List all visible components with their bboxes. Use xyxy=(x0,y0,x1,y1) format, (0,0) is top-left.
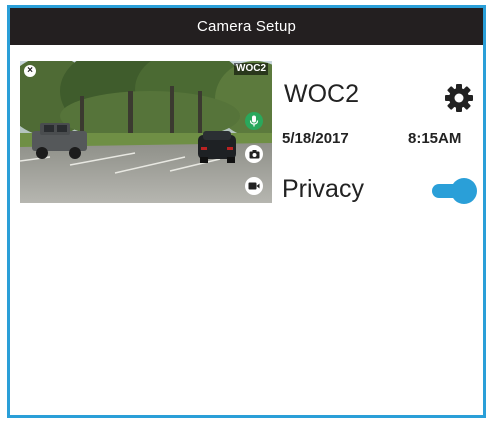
privacy-label: Privacy xyxy=(282,175,364,203)
close-icon[interactable]: × xyxy=(24,65,36,77)
camera-preview-image xyxy=(20,61,272,203)
thumbnail-camera-label: WOC2 xyxy=(234,63,268,75)
camera-thumbnail[interactable]: × WOC2 xyxy=(20,61,272,203)
camera-setup-window: Camera Setup × WOC2 WOC2 5/18/2017 8:15A… xyxy=(7,5,486,418)
camera-time: 8:15AM xyxy=(408,130,462,147)
title-bar: Camera Setup xyxy=(10,8,483,45)
video-record-icon[interactable] xyxy=(245,177,263,195)
privacy-toggle[interactable] xyxy=(430,178,477,204)
toggle-knob xyxy=(451,178,477,204)
page-title: Camera Setup xyxy=(196,18,297,35)
microphone-icon[interactable] xyxy=(245,112,263,130)
snapshot-icon[interactable] xyxy=(245,145,263,163)
gear-icon[interactable] xyxy=(444,83,474,113)
camera-name: WOC2 xyxy=(284,80,359,108)
camera-date: 5/18/2017 xyxy=(282,130,349,147)
